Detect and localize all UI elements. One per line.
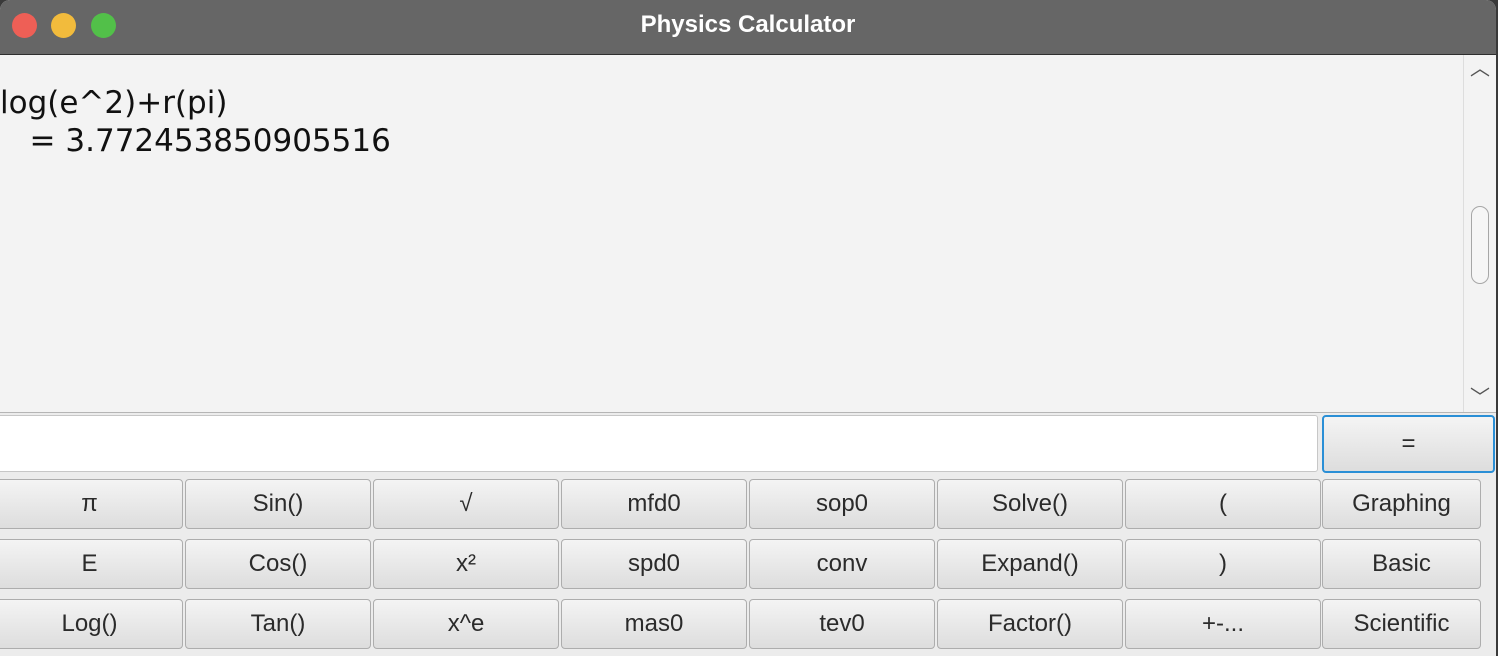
key-e-button[interactable]: E: [0, 539, 183, 589]
window-title: Physics Calculator: [640, 11, 856, 38]
key-x-e-button[interactable]: x^e: [373, 599, 559, 649]
key-key-1-6-button[interactable]: ): [1125, 539, 1321, 589]
key-log-button[interactable]: Log(): [0, 599, 183, 649]
key-key-0-6-button[interactable]: (: [1125, 479, 1321, 529]
key-key-2-6-button[interactable]: +-...: [1125, 599, 1321, 649]
output-expression: log(e^2)+r(pi): [0, 85, 228, 121]
output-scrollbar[interactable]: ︿ ﹀: [1463, 55, 1496, 412]
expression-input[interactable]: [0, 415, 1318, 472]
chevron-down-icon[interactable]: ﹀: [1464, 386, 1496, 410]
key-mfd0-button[interactable]: mfd0: [561, 479, 747, 529]
title-bar: Physics Calculator: [0, 0, 1496, 55]
scroll-thumb[interactable]: [1471, 206, 1489, 284]
key-basic-button[interactable]: Basic: [1322, 539, 1481, 589]
key-key-0-2-button[interactable]: √: [373, 479, 559, 529]
chevron-up-icon[interactable]: ︿: [1464, 57, 1496, 81]
key-expand-button[interactable]: Expand(): [937, 539, 1123, 589]
key-key-0-0-button[interactable]: π: [0, 479, 183, 529]
key-spd0-button[interactable]: spd0: [561, 539, 747, 589]
key-solve-button[interactable]: Solve(): [937, 479, 1123, 529]
key-x-button[interactable]: x²: [373, 539, 559, 589]
key-graphing-button[interactable]: Graphing: [1322, 479, 1481, 529]
key-mas0-button[interactable]: mas0: [561, 599, 747, 649]
output-display: log(e^2)+r(pi) = 3.772453850905516 ︿ ﹀: [0, 55, 1496, 413]
key-cos-button[interactable]: Cos(): [185, 539, 371, 589]
key-scientific-button[interactable]: Scientific: [1322, 599, 1481, 649]
equals-button[interactable]: =: [1322, 415, 1495, 473]
output-result: = 3.772453850905516: [0, 123, 391, 159]
output-history: log(e^2)+r(pi) = 3.772453850905516: [0, 84, 391, 160]
key-tan-button[interactable]: Tan(): [185, 599, 371, 649]
key-sop0-button[interactable]: sop0: [749, 479, 935, 529]
key-factor-button[interactable]: Factor(): [937, 599, 1123, 649]
calculator-window: Physics Calculator log(e^2)+r(pi) = 3.77…: [0, 0, 1496, 656]
key-sin-button[interactable]: Sin(): [185, 479, 371, 529]
key-tev0-button[interactable]: tev0: [749, 599, 935, 649]
key-conv-button[interactable]: conv: [749, 539, 935, 589]
